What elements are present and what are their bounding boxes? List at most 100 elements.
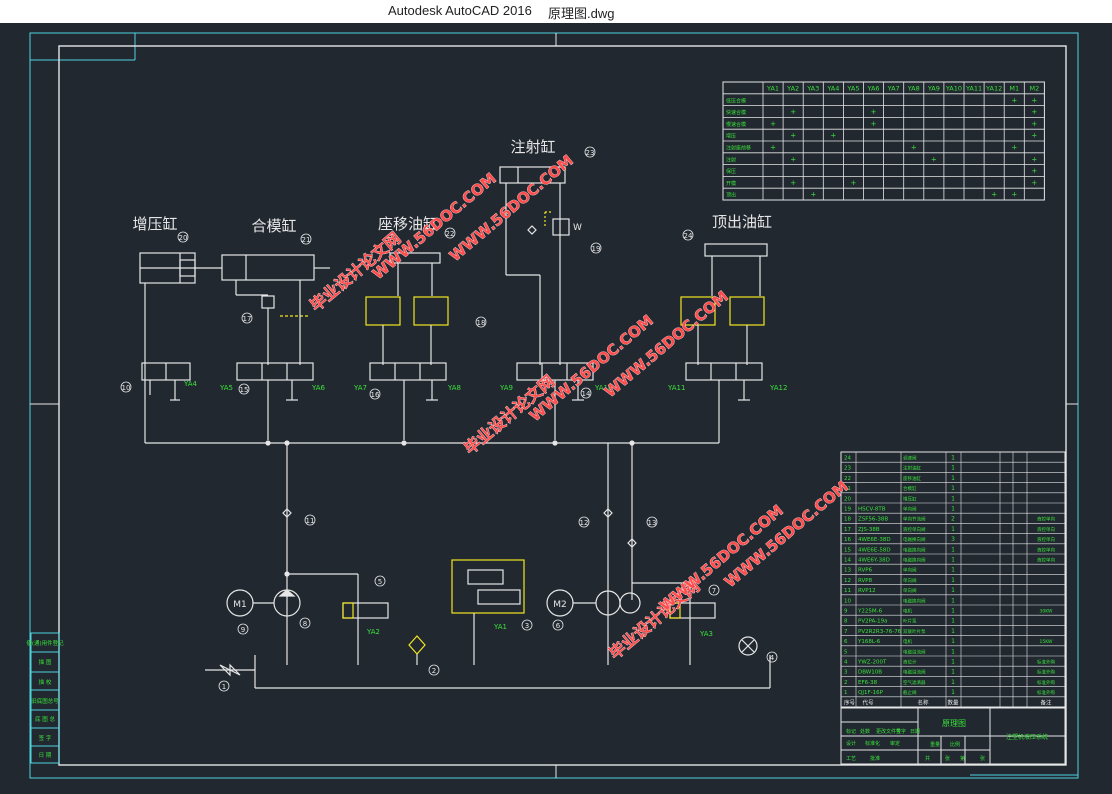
- action-table-row-label: 低压合模: [726, 97, 746, 104]
- action-table-cell: +: [1031, 108, 1037, 116]
- parts-list-cell: 电机: [903, 638, 912, 645]
- callout-5: 5: [378, 578, 382, 586]
- action-table-header: YA12: [985, 85, 1002, 93]
- parts-list-cell: 1: [844, 690, 848, 696]
- parts-list-cell: ZJS-38B: [858, 527, 880, 533]
- strip-label: 日 期: [39, 752, 52, 759]
- parts-list-cell: 座移油缸: [903, 475, 921, 482]
- title-block-label: 工艺: [846, 756, 856, 762]
- title-block-label: 共: [925, 755, 930, 762]
- parts-list-cell: QJ1F-16P: [858, 690, 884, 696]
- parts-list-header: 代号: [862, 698, 874, 706]
- action-table-cell: +: [1031, 179, 1037, 187]
- callout-8: 8: [303, 620, 307, 628]
- parts-list-cell: YWZ-200T: [857, 660, 887, 666]
- filter-2: [408, 635, 426, 655]
- parts-list-cell: 单向节流阀: [903, 516, 926, 523]
- drawing-canvas[interactable]: 借(通)用件登记 描 图 描 校 旧底图总号 底 图 总 签 字 日 期 增压缸…: [0, 23, 1112, 790]
- action-table-cell: +: [991, 191, 997, 199]
- parts-list-cell: 单向阀: [903, 577, 917, 584]
- relief-valve-5: [342, 602, 389, 619]
- action-table-cell: +: [1031, 155, 1037, 163]
- parts-list-cell: 2: [844, 680, 848, 686]
- parts-list-cell: 15KW: [1040, 639, 1054, 645]
- parts-list-cell: 1: [951, 659, 955, 666]
- valve-16a: [369, 362, 447, 440]
- parts-list-cell: 电磁溢流阀: [903, 669, 926, 676]
- parts-list-cell: 1: [951, 587, 955, 594]
- parts-list-header: 备注: [1040, 698, 1052, 706]
- action-table-cell: +: [790, 179, 796, 187]
- callout-17: 17: [243, 315, 252, 323]
- parts-list-cell: 电机: [903, 608, 912, 615]
- parts-list-cell: 1: [951, 546, 955, 553]
- solenoid-ya11: YA11: [667, 384, 685, 392]
- parts-list-cell: 1: [951, 577, 955, 584]
- parts-list-cell: 液控单向: [1037, 557, 1055, 564]
- parts-list-cell: RVP8: [858, 578, 873, 584]
- title-block-label: 标记: [846, 728, 856, 735]
- callout-4: 4: [770, 654, 775, 662]
- parts-list-cell: RVP6: [858, 568, 873, 574]
- title-block-label: 张: [945, 755, 950, 762]
- action-table-cell: +: [1011, 96, 1017, 104]
- parts-list-cell: 注射油缸: [903, 465, 921, 472]
- parts-list-cell: 电磁换向阀: [903, 546, 926, 553]
- label-mold-cylinder: 合模缸: [251, 217, 296, 235]
- parts-list-cell: 单向阀: [903, 506, 917, 513]
- action-table-header: YA1: [766, 85, 779, 93]
- check-valve-17: [261, 295, 275, 309]
- parts-list-cell: 液控单向: [1037, 546, 1055, 553]
- parts-list-cell: 1: [951, 669, 955, 676]
- strip-label: 描 校: [39, 678, 52, 686]
- action-table-header: M2: [1029, 85, 1039, 93]
- parts-list-cell: 液控单向: [1037, 516, 1055, 523]
- title-block-label: 处数: [860, 728, 870, 735]
- action-table-cell: +: [770, 144, 776, 152]
- motor-m1-label: M1: [233, 600, 247, 610]
- action-table-header: YA8: [907, 85, 920, 93]
- parts-list-cell: 叶片泵: [903, 618, 917, 625]
- parts-list-cell: ZSF56-38B: [858, 517, 888, 523]
- parts-list-cell: 1: [951, 557, 955, 564]
- callout-1: 1: [222, 683, 226, 691]
- parts-list-cell: 30KW: [1040, 609, 1054, 615]
- callout-11: 11: [306, 517, 315, 525]
- app-title: Autodesk AutoCAD 2016: [388, 3, 532, 18]
- callout-12: 12: [580, 519, 589, 527]
- parts-list-cell: 15: [844, 547, 851, 553]
- title-block-label: 签字: [896, 728, 906, 735]
- parts-list-cell: 1: [951, 455, 955, 462]
- label-injection-cylinder: 注射缸: [510, 138, 555, 156]
- parts-list-cell: Y225M-6: [857, 609, 883, 615]
- parts-list-cell: 1: [951, 648, 955, 655]
- motor-m2-label: M2: [553, 600, 567, 610]
- action-table: YA1 YA2 YA3 YA4 YA5 YA6 YA7 YA8 YA9 YA10 YA11 YA12 M…: [722, 81, 1045, 201]
- callout-21: 21: [302, 236, 311, 244]
- action-table-row-label: 慢速合模: [726, 121, 746, 128]
- parts-list-cell: 11: [844, 588, 851, 594]
- action-table-header: YA10: [945, 85, 962, 93]
- parts-list-cell: HSCV-8TB: [858, 507, 886, 513]
- action-table-row-label: 顶出: [726, 192, 736, 199]
- parts-list-cell: 单向阀: [903, 587, 917, 594]
- solenoid-ya8: YA8: [447, 384, 461, 392]
- parts-list-cell: DBW10B: [858, 670, 882, 676]
- action-table-cell: +: [1031, 120, 1037, 128]
- callout-10: 10: [122, 384, 131, 392]
- parts-list-cell: 1: [951, 506, 955, 513]
- title-block-cells: 标记 处数 更改文件号签字 日期设计 标准化 审定工艺 批准重量 比例共张第张: [846, 728, 985, 762]
- strip-label: 底 图 总: [35, 715, 55, 723]
- action-table-cell: +: [1011, 144, 1017, 152]
- action-table-header: YA2: [786, 85, 799, 93]
- parts-list-cell: PV2PA-19a: [858, 619, 888, 625]
- parts-list-cell: 1: [951, 679, 955, 686]
- action-table-cell: +: [851, 179, 857, 187]
- parts-list-cell: 液控单向: [1037, 526, 1055, 533]
- parts-list-cell: 8: [844, 619, 848, 625]
- parts-list-cell: 电磁溢流阀: [903, 648, 926, 655]
- solenoid-ya5: YA5: [219, 384, 233, 392]
- label-booster-cylinder: 增压缸: [132, 215, 177, 233]
- action-table-row-label: 注射座前移: [726, 145, 751, 152]
- solenoid-ya1: YA1: [493, 623, 507, 631]
